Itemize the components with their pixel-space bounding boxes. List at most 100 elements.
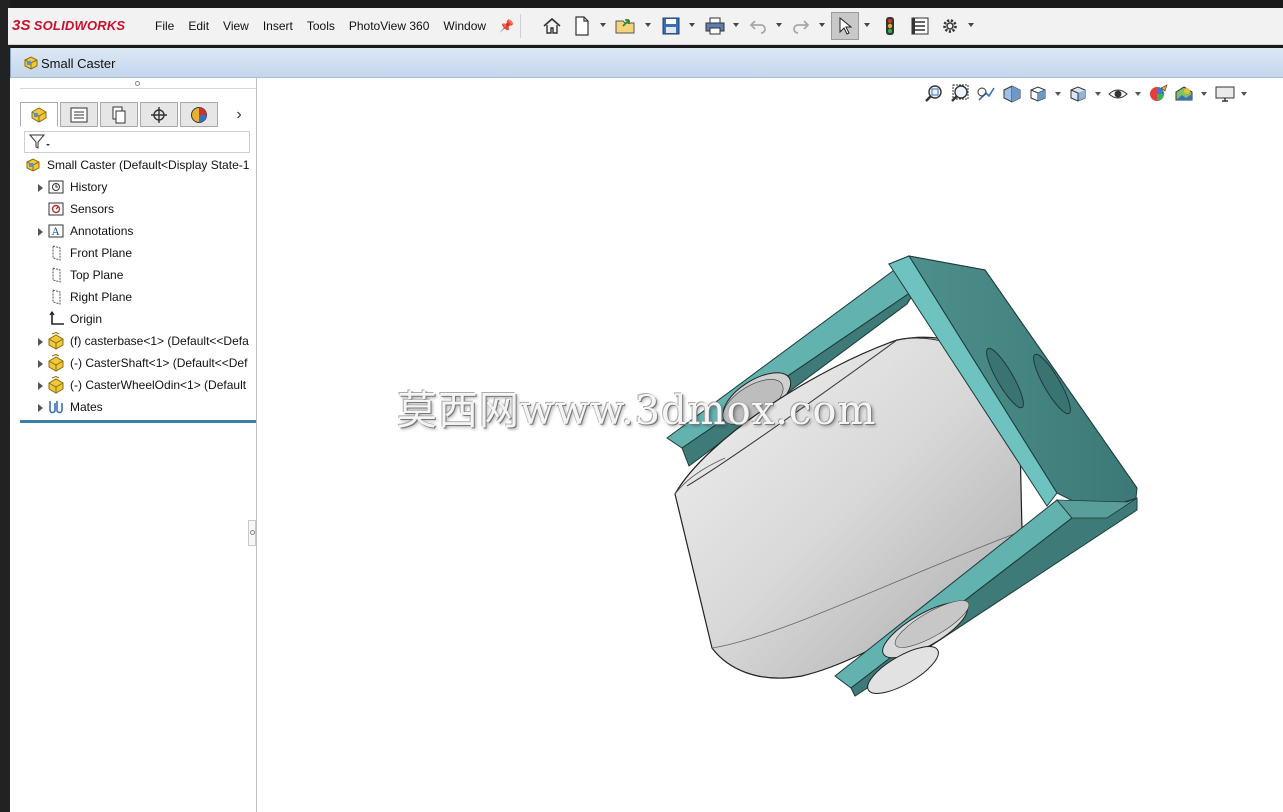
graphics-area[interactable]: 莫西网www.3dmox.com [257,78,1283,812]
plane-icon [47,244,65,262]
new-document-icon [575,16,589,36]
logo-prefix: 3S [12,17,31,34]
tree-item-origin[interactable]: Origin [47,308,254,330]
casterwheel-expander[interactable] [38,382,43,390]
part-icon [47,354,65,372]
options-button[interactable] [938,12,962,40]
solidworks-logo[interactable]: 3S SOLIDWORKS [12,17,125,34]
tree-root-small-caster[interactable]: Small Caster (Default<Display State-1 [24,154,254,176]
menu-tools[interactable]: Tools [300,19,342,33]
sensors-icon [47,200,65,218]
toolbar-separator [520,14,521,38]
caster-model[interactable] [257,78,1283,812]
rollback-bar[interactable] [20,420,256,423]
new-dropdown-caret[interactable] [600,23,606,27]
open-dropdown-caret[interactable] [645,23,651,27]
open-icon [615,19,635,34]
tree-filter[interactable] [24,131,250,153]
home-icon [543,17,561,34]
part-icon [47,376,65,394]
desktop-edge [0,0,10,812]
menu-file[interactable]: File [148,19,181,33]
featuremanager-tree-tab[interactable] [20,102,58,127]
tree-item-label: Top Plane [70,268,124,282]
mates-expander[interactable] [38,404,43,412]
tabs-more-chevron-icon[interactable]: › [228,102,250,127]
part-icon [47,332,65,350]
display-manager-tab[interactable] [180,102,218,127]
undo-button[interactable] [746,12,770,40]
options-dropdown-caret[interactable] [968,23,974,27]
tree-item-label: (-) CasterWheelOdin<1> (Default [70,378,247,392]
featuremanager-tree-icon [31,106,47,123]
annotations-expander[interactable] [38,228,43,236]
tree-item-casterwheelodin[interactable]: (-) CasterWheelOdin<1> (Default [47,374,254,396]
assembly-icon [23,55,39,74]
history-icon [47,178,65,196]
tree-item-label: Sensors [70,202,115,216]
configuration-manager-icon [112,106,126,123]
tree-item-mates[interactable]: Mates [47,396,254,418]
redo-button[interactable] [789,12,813,40]
casterbase-expander[interactable] [38,338,43,346]
featuremanager-tabs: › [20,102,256,128]
rebuild-button[interactable] [878,12,902,40]
tree-item-top-plane[interactable]: Top Plane [47,264,254,286]
select-icon [839,17,852,35]
undo-dropdown-caret[interactable] [776,23,782,27]
file-properties-button[interactable] [908,12,932,40]
file-properties-icon [911,17,929,35]
panel-grip[interactable] [20,78,256,89]
menu-list: File Edit View Insert Tools PhotoView 36… [148,8,520,44]
tree-item-label: Front Plane [70,246,133,260]
tree-item-history[interactable]: History [47,176,254,198]
select-button[interactable] [831,12,859,40]
tree-item-castershaft[interactable]: (-) CasterShaft<1> (Default<<Def [47,352,254,374]
tree-root-label: Small Caster (Default<Display State-1 [47,158,250,172]
origin-icon [47,310,65,328]
save-dropdown-caret[interactable] [689,23,695,27]
tree-item-label: Right Plane [70,290,133,304]
history-expander[interactable] [38,184,43,192]
svg-text:A: A [51,227,60,238]
save-icon [662,17,680,35]
menu-view[interactable]: View [216,19,256,33]
open-button[interactable] [613,12,639,40]
panel-splitter-handle[interactable] [248,520,256,546]
select-dropdown-caret[interactable] [864,23,870,27]
home-button[interactable] [540,12,564,40]
redo-dropdown-caret[interactable] [819,23,825,27]
dimxpert-manager-tab[interactable] [140,102,178,127]
property-manager-icon [70,107,88,122]
tree-item-front-plane[interactable]: Front Plane [47,242,254,264]
rebuild-icon [886,17,894,35]
menu-edit[interactable]: Edit [181,19,216,33]
tree-item-label: Annotations [70,224,134,238]
document-title: Small Caster [41,56,116,71]
tree-item-right-plane[interactable]: Right Plane [47,286,254,308]
tree-item-sensors[interactable]: Sensors [47,198,254,220]
castershaft-expander[interactable] [38,360,43,368]
menu-insert[interactable]: Insert [256,19,300,33]
options-icon [943,19,957,33]
tree-item-label: (f) casterbase<1> (Default<<Defa [70,334,249,348]
filter-icon[interactable] [28,134,51,153]
print-button[interactable] [702,12,728,40]
save-button[interactable] [659,12,683,40]
new-document-button[interactable] [571,12,593,40]
menu-window[interactable]: Window [436,19,493,33]
print-icon [705,17,725,35]
undo-icon [749,20,766,34]
annotations-icon: A [47,222,65,240]
watermark-text: 莫西网www.3dmox.com [397,388,877,434]
configuration-manager-tab[interactable] [100,102,138,127]
redo-icon [793,20,810,34]
pin-icon[interactable]: 📌 [493,19,520,33]
property-manager-tab[interactable] [60,102,98,127]
tree-item-annotations[interactable]: A Annotations [47,220,254,242]
assembly-icon [24,156,42,174]
menu-photoview[interactable]: PhotoView 360 [342,19,437,33]
plane-icon [47,288,65,306]
tree-item-casterbase[interactable]: (f) casterbase<1> (Default<<Defa [47,330,254,352]
print-dropdown-caret[interactable] [733,23,739,27]
